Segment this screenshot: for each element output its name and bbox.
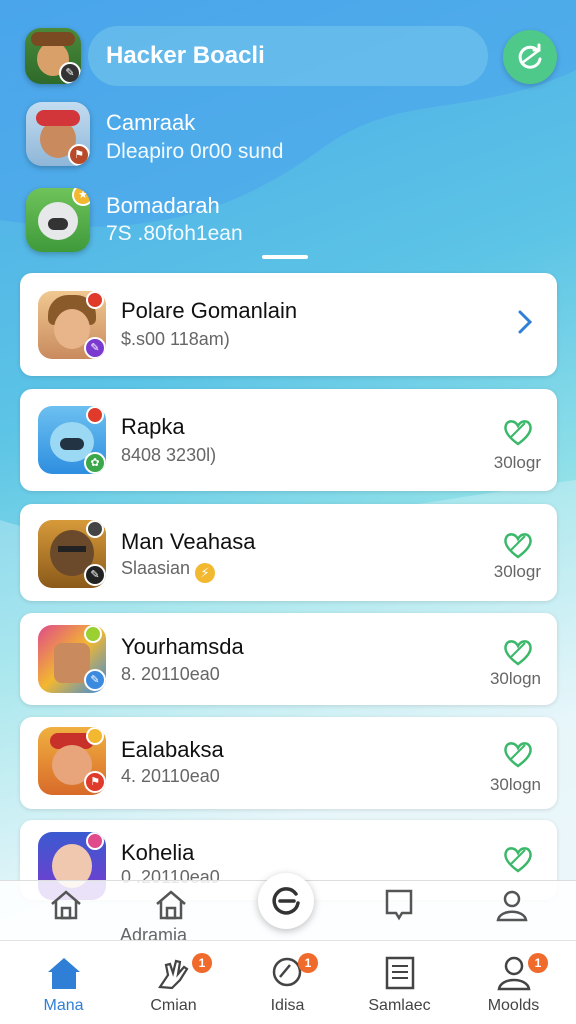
list-item[interactable]: ✎ Man Veahasa Slaasian ⚡ 30logr	[20, 504, 557, 601]
bottom-navigation: Mana 1 Cmian 1 Idisa Samlaec 1 Moolds	[0, 940, 576, 1024]
star-badge-icon: ★	[72, 188, 90, 206]
item-subtitle-text: Slaasian	[121, 558, 191, 578]
alert-badge-icon	[86, 520, 104, 538]
document-icon	[385, 956, 415, 990]
nav-label: Cmian	[150, 997, 197, 1014]
list-item[interactable]: ✎ Yourhamsda 8. 20110ea0 30logn	[20, 613, 557, 705]
notification-badge: 1	[298, 953, 318, 973]
nav-label: Mana	[43, 997, 84, 1014]
nav-item-idisa[interactable]: 1 Idisa	[230, 941, 345, 1024]
leaf-badge-icon: ✿	[84, 452, 106, 474]
alert-badge-icon	[86, 291, 104, 309]
item-subtitle: 8408 3230l)	[121, 445, 217, 465]
item-title: Kohelia	[121, 840, 195, 865]
list-item[interactable]: ⚑ Ealabaksa 4. 20110ea0 30logn	[20, 717, 557, 809]
person-icon[interactable]	[494, 887, 530, 923]
notification-badge: 1	[528, 953, 548, 973]
flag-badge-icon: ⚑	[68, 144, 90, 166]
friend-avatar[interactable]: ★	[26, 188, 90, 252]
item-subtitle: 4. 20110ea0	[121, 766, 220, 786]
nav-label: Idisa	[270, 997, 305, 1014]
edit-badge-icon: ✎	[59, 62, 81, 84]
heart-icon[interactable]	[501, 739, 535, 769]
nav-item-moolds[interactable]: 1 Moolds	[456, 941, 571, 1024]
item-thumbnail: ✿	[38, 406, 106, 474]
edit-badge-icon: ✎	[84, 564, 106, 586]
item-subtitle: 8. 20110ea0	[121, 664, 220, 684]
item-title: Yourhamsda	[121, 634, 244, 659]
item-thumbnail: ✎	[38, 625, 106, 693]
friend-status: 7S .80foh1ean	[106, 222, 243, 245]
friend-name: Camraak	[106, 110, 196, 135]
chat-icon[interactable]	[382, 887, 416, 923]
refresh-icon	[272, 887, 300, 915]
home-icon[interactable]	[153, 887, 189, 923]
chevron-right-icon[interactable]	[515, 307, 535, 337]
item-thumbnail: ✎	[38, 520, 106, 588]
notification-badge: 1	[192, 953, 212, 973]
home-icon	[48, 958, 80, 989]
heart-icon[interactable]	[501, 637, 535, 667]
flag-badge-icon: ⚑	[84, 771, 106, 793]
profile-avatar[interactable]: ✎	[25, 28, 81, 84]
edit-badge-icon: ✎	[84, 669, 106, 691]
heart-icon[interactable]	[501, 530, 535, 560]
search-bar[interactable]: Hacker Boacli	[88, 26, 488, 86]
nav-label: Moolds	[487, 997, 540, 1014]
refresh-icon	[518, 43, 542, 69]
item-meta: 30logn	[489, 669, 541, 688]
alert-badge-icon	[86, 832, 104, 850]
hand-icon	[158, 959, 189, 990]
heart-icon[interactable]	[501, 844, 535, 874]
search-label: Hacker Boacli	[106, 42, 265, 69]
refresh-button[interactable]	[503, 30, 557, 84]
create-button[interactable]	[258, 873, 314, 929]
item-meta: 30logn	[489, 775, 541, 794]
nav-item-cmian[interactable]: 1 Cmian	[116, 941, 231, 1024]
nav-item-samlaec[interactable]: Samlaec	[342, 941, 457, 1024]
drag-handle[interactable]	[262, 255, 308, 259]
heart-icon[interactable]	[501, 417, 535, 447]
friend-name: Bomadarah	[106, 193, 220, 218]
edit-badge-icon: ✎	[84, 337, 106, 359]
item-thumbnail: ⚑	[38, 727, 106, 795]
list-item[interactable]: ✿ Rapka 8408 3230l) 30logr	[20, 389, 557, 491]
item-subtitle: Slaasian ⚡	[121, 558, 216, 583]
alert-badge-icon	[86, 406, 104, 424]
coin-icon: ⚡	[195, 563, 216, 583]
list-item[interactable]: ✎ Polare Gomanlain $.s00 118am)	[20, 273, 557, 376]
home-icon[interactable]	[48, 887, 84, 923]
friend-status: Dleapiro 0r00 sund	[106, 140, 284, 163]
item-title: Ealabaksa	[121, 737, 224, 762]
item-title: Man Veahasa	[121, 529, 256, 554]
item-meta: 30logr	[493, 453, 541, 472]
item-title: Rapka	[121, 414, 185, 439]
nav-item-mana[interactable]: Mana	[6, 941, 121, 1024]
item-thumbnail: ✎	[38, 291, 106, 359]
item-title: Polare Gomanlain	[121, 298, 298, 323]
friend-avatar[interactable]: ⚑	[26, 102, 90, 166]
star-badge-icon	[84, 625, 102, 643]
header: ✎ Hacker Boacli ⚑ Camraak Dleapiro 0r00 …	[0, 0, 576, 270]
nav-label: Samlaec	[368, 997, 431, 1014]
item-subtitle: $.s00 118am)	[121, 329, 230, 349]
star-badge-icon	[86, 727, 104, 745]
item-meta: 30logr	[493, 562, 541, 581]
